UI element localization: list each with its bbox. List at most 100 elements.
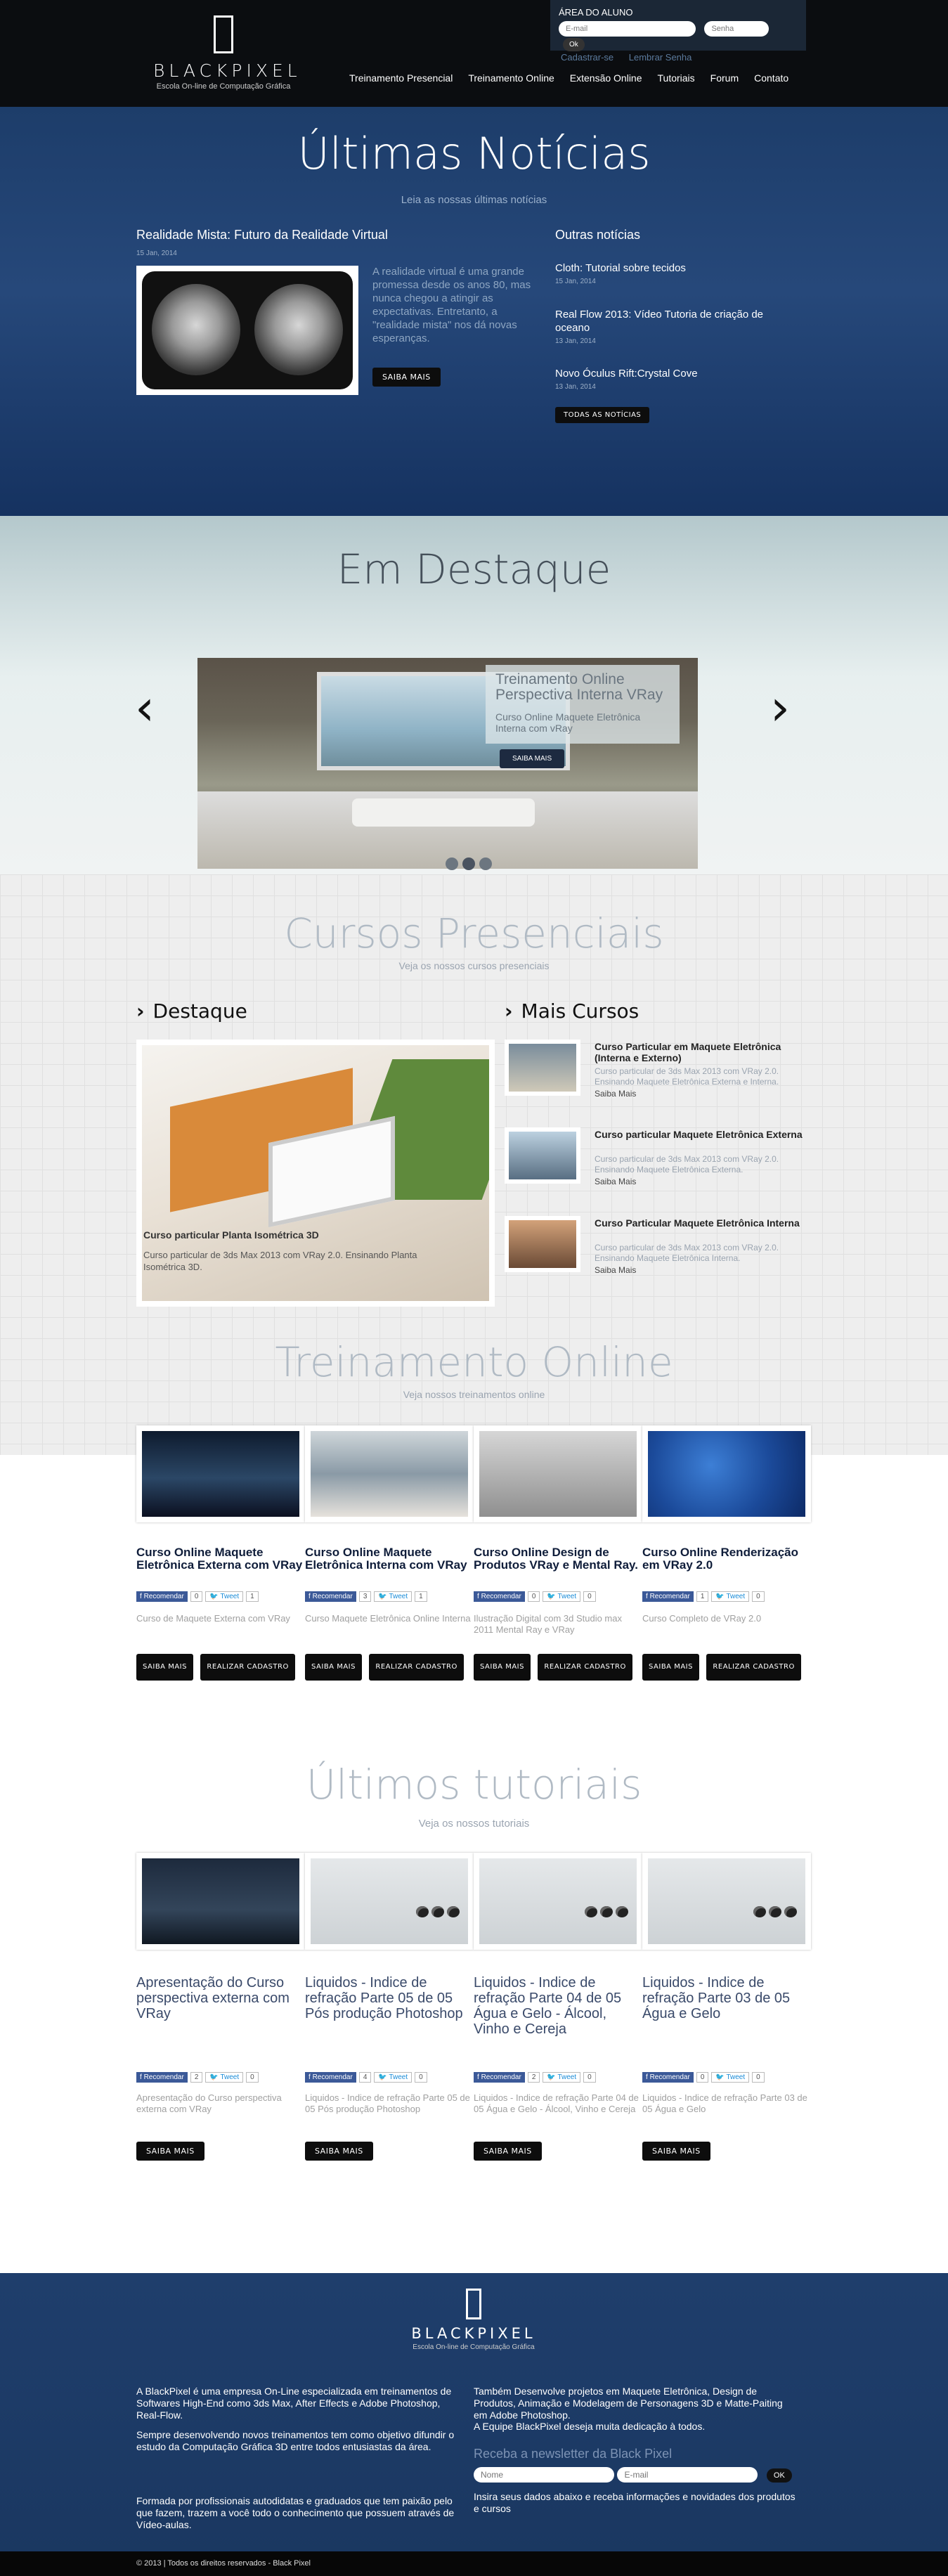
facebook-count: 2 (190, 2072, 203, 2083)
slider-next-icon[interactable]: › (770, 683, 790, 732)
saiba-mais-button[interactable]: SAIBA MAIS (305, 2142, 373, 2161)
logo-tagline: Escola On-line de Computação Gráfica (156, 82, 291, 91)
realizar-cadastro-button[interactable]: REALIZAR CADASTRO (369, 1654, 464, 1681)
tutorial-desc: Apresentação do Curso perspectiva extern… (136, 2092, 282, 2114)
nav-contato[interactable]: Contato (754, 72, 788, 84)
slider-prev-icon[interactable]: ‹ (135, 683, 155, 732)
tweet-button[interactable]: 🐦 Tweet (543, 2072, 581, 2083)
facebook-count: 0 (527, 1591, 540, 1602)
tweet-button[interactable]: 🐦 Tweet (711, 1591, 750, 1602)
tweet-button[interactable]: 🐦 Tweet (374, 2072, 413, 2083)
realizar-cadastro-button[interactable]: REALIZAR CADASTRO (538, 1654, 632, 1681)
facebook-recommend-button[interactable]: f Recomendar (305, 2072, 356, 2083)
saiba-mais-button[interactable]: SAIBA MAIS (305, 1654, 362, 1681)
news-subtitle: Leia as nossas últimas notícias (401, 194, 547, 206)
slider-dot[interactable] (446, 857, 458, 870)
nav-treinamento-presencial[interactable]: Treinamento Presencial (349, 72, 453, 84)
facebook-recommend-button[interactable]: f Recomendar (642, 2072, 694, 2083)
facebook-recommend-button[interactable]: f Recomendar (136, 1591, 188, 1602)
online-course-card: Curso Online Renderização em VRay 2.0 f … (642, 1425, 811, 1681)
course-image[interactable] (136, 1425, 305, 1522)
tutorial-image[interactable] (305, 1853, 474, 1950)
tutorial-title[interactable]: Liquidos - Indice de refração Parte 04 d… (474, 1975, 642, 2068)
featured-news-image[interactable] (136, 266, 358, 395)
slide-button[interactable]: SAIBA MAIS (500, 749, 565, 768)
facebook-count: 4 (358, 2072, 372, 2083)
newsletter-email-input[interactable] (617, 2467, 758, 2483)
course-title[interactable]: Curso Online Maquete Eletrônica Externa … (136, 1546, 305, 1587)
other-news-item[interactable]: Real Flow 2013: Vídeo Tutoria de criação… (555, 308, 787, 345)
logo[interactable]: BLACKPIXEL Escola On-line de Computação … (153, 15, 297, 91)
tweet-button[interactable]: 🐦 Tweet (711, 2072, 750, 2083)
facebook-recommend-button[interactable]: f Recomendar (136, 2072, 188, 2083)
newsletter-text: Insira seus dados abaixo e receba inform… (474, 2491, 796, 2514)
other-news-item[interactable]: Cloth: Tutorial sobre tecidos 15 Jan, 20… (555, 261, 787, 285)
other-news-item[interactable]: Novo Óculus Rift:Crystal Cove 13 Jan, 20… (555, 367, 787, 391)
register-link[interactable]: Cadastrar-se (561, 52, 613, 63)
course-image[interactable] (305, 1425, 474, 1522)
destaque-course-card[interactable]: Curso particular Planta Isométrica 3D Cu… (136, 1040, 495, 1307)
tweet-button[interactable]: 🐦 Tweet (205, 2072, 244, 2083)
newsletter-title: Receba a newsletter da Black Pixel (474, 2447, 673, 2461)
list-item[interactable]: Curso Particular Maquete Eletrônica Inte… (505, 1216, 814, 1293)
tutorial-title[interactable]: Liquidos - Indice de refração Parte 03 d… (642, 1975, 811, 2068)
tweet-button[interactable]: 🐦 Tweet (205, 1591, 244, 1602)
login-password-input[interactable] (704, 21, 770, 37)
tutorial-title[interactable]: Liquidos - Indice de refração Parte 05 d… (305, 1975, 474, 2068)
list-item[interactable]: Curso Particular em Maquete Eletrônica (… (505, 1040, 814, 1117)
realizar-cadastro-button[interactable]: REALIZAR CADASTRO (200, 1654, 295, 1681)
login-email-input[interactable] (559, 21, 696, 37)
saiba-mais-button[interactable]: SAIBA MAIS (642, 1654, 699, 1681)
highlight-slide[interactable]: Treinamento Online Perspectiva Interna V… (197, 658, 698, 869)
facebook-recommend-button[interactable]: f Recomendar (474, 1591, 525, 1602)
saiba-mais-button[interactable]: SAIBA MAIS (474, 1654, 531, 1681)
list-item[interactable]: Curso particular Maquete Eletrônica Exte… (505, 1127, 814, 1205)
saiba-mais-button[interactable]: SAIBA MAIS (136, 2142, 204, 2161)
featured-news-date: 15 Jan, 2014 (136, 250, 177, 257)
featured-news-button[interactable]: SAIBA MAIS (372, 368, 441, 387)
nav-tutoriais[interactable]: Tutoriais (658, 72, 695, 84)
footer-logo[interactable]: BLACKPIXEL Escola On-line de Computação … (403, 2289, 544, 2351)
course-title[interactable]: Curso Online Renderização em VRay 2.0 (642, 1546, 811, 1587)
all-news-button[interactable]: TODAS AS NOTÍCIAS (555, 407, 650, 423)
online-title: Treinamento Online (275, 1338, 673, 1386)
facebook-recommend-button[interactable]: f Recomendar (642, 1591, 694, 1602)
slider-dot[interactable] (462, 857, 475, 870)
tutorial-image[interactable] (642, 1853, 811, 1950)
nav-forum[interactable]: Forum (710, 72, 739, 84)
destaque-course-text: Curso particular de 3ds Max 2013 com VRa… (143, 1250, 417, 1272)
tweet-button[interactable]: 🐦 Tweet (543, 1591, 581, 1602)
tutorial-image[interactable] (474, 1853, 642, 1950)
login-ok-button[interactable]: Ok (563, 38, 585, 51)
tutorial-desc: Liquidos - Indice de refração Parte 03 d… (642, 2092, 807, 2114)
saiba-mais-link[interactable]: Saiba Mais (595, 1089, 636, 1099)
course-desc: Curso Maquete Eletrônica Online Interna (305, 1613, 471, 1624)
nav-extensao-online[interactable]: Extensão Online (570, 72, 642, 84)
tutorial-title[interactable]: Apresentação do Curso perspectiva extern… (136, 1975, 305, 2068)
course-image[interactable] (474, 1425, 642, 1522)
course-image[interactable] (642, 1425, 811, 1522)
saiba-mais-link[interactable]: Saiba Mais (595, 1177, 636, 1186)
tweet-count: 0 (752, 2072, 765, 2083)
course-title[interactable]: Curso Online Maquete Eletrônica Interna … (305, 1546, 474, 1587)
remember-password-link[interactable]: Lembrar Senha (629, 52, 692, 63)
saiba-mais-button[interactable]: SAIBA MAIS (642, 2142, 710, 2161)
realizar-cadastro-button[interactable]: REALIZAR CADASTRO (706, 1654, 801, 1681)
saiba-mais-link[interactable]: Saiba Mais (595, 1265, 636, 1275)
tweet-count: 0 (752, 1591, 765, 1602)
course-title[interactable]: Curso Online Design de Produtos VRay e M… (474, 1546, 642, 1587)
featured-news-title[interactable]: Realidade Mista: Futuro da Realidade Vir… (136, 228, 388, 242)
facebook-recommend-button[interactable]: f Recomendar (474, 2072, 525, 2083)
tutorial-desc: Liquidos - Indice de refração Parte 05 d… (305, 2092, 470, 2114)
course-desc: Ilustração Digital com 3d Studio max 201… (474, 1613, 622, 1635)
nav-treinamento-online[interactable]: Treinamento Online (468, 72, 554, 84)
newsletter-ok-button[interactable]: OK (766, 2468, 792, 2483)
tutorial-image[interactable] (136, 1853, 305, 1950)
facebook-recommend-button[interactable]: f Recomendar (305, 1591, 356, 1602)
tweet-button[interactable]: 🐦 Tweet (374, 1591, 413, 1602)
slider-dot[interactable] (479, 857, 492, 870)
saiba-mais-button[interactable]: SAIBA MAIS (474, 2142, 542, 2161)
newsletter-form: OK (474, 2467, 792, 2483)
saiba-mais-button[interactable]: SAIBA MAIS (136, 1654, 193, 1681)
newsletter-name-input[interactable] (474, 2467, 614, 2483)
